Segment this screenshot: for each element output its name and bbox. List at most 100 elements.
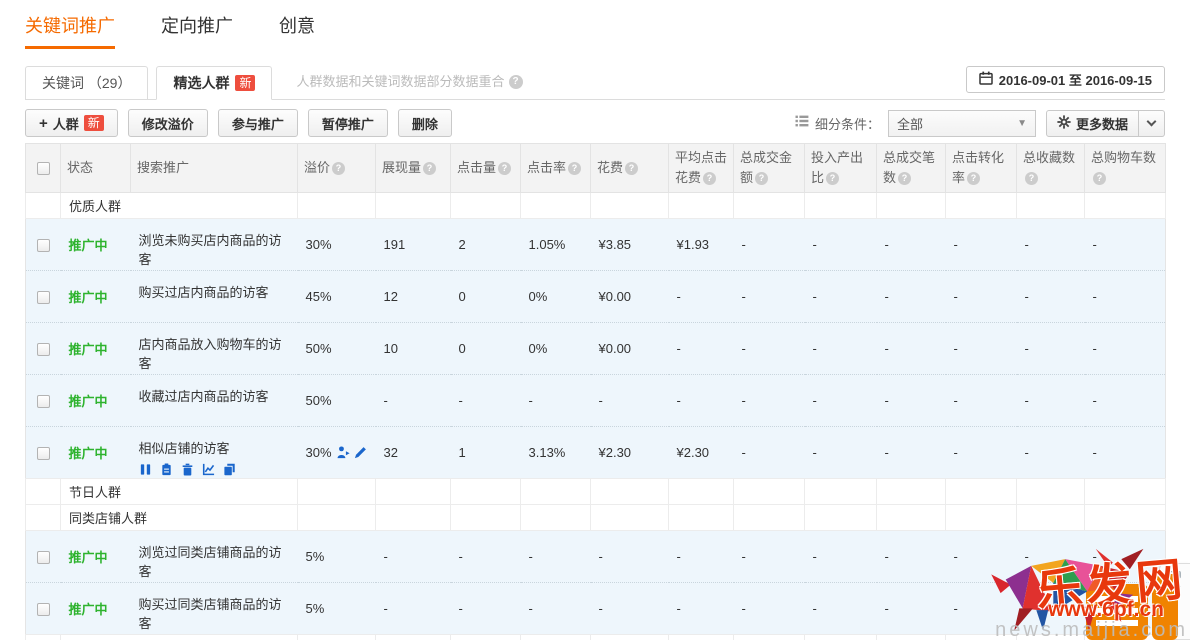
cell-total-deal-amount: -	[733, 374, 805, 428]
group-empty-cell	[804, 478, 877, 506]
tab-audience[interactable]: 精选人群 新	[156, 66, 273, 100]
group-checkbox-cell	[25, 504, 61, 532]
cell-total-deal-amount: -	[733, 582, 805, 636]
help-icon[interactable]: ?	[967, 172, 981, 186]
cell-conversion-rate: -	[945, 582, 1017, 636]
row-checkbox[interactable]	[36, 447, 50, 461]
help-icon[interactable]: ?	[625, 162, 639, 176]
copy-icon[interactable]	[223, 463, 236, 476]
audience-name[interactable]: 浏览未购买店内商品的访客	[139, 230, 290, 268]
add-audience-button[interactable]: + 人群 新	[25, 109, 118, 137]
row-checkbox[interactable]	[36, 395, 50, 409]
date-range-button[interactable]: 2016-09-01 至 2016-09-15	[965, 65, 1165, 93]
audience-name[interactable]: 相似店铺的访客	[139, 438, 290, 457]
group-empty-cell	[375, 634, 451, 640]
cell-total-deals: -	[876, 426, 946, 480]
group-empty-cell	[590, 478, 669, 506]
crowd-icon[interactable]	[337, 446, 350, 459]
cell-status: 推广中	[60, 322, 131, 376]
toolbar-button-3[interactable]: 删除	[397, 109, 452, 137]
cell-value: -	[884, 341, 889, 357]
help-icon[interactable]: ?	[703, 172, 717, 186]
audience-name[interactable]: 店内商品放入购物车的访客	[139, 334, 290, 372]
cell-value: -	[1024, 237, 1029, 253]
cell-clicks: 1	[450, 426, 521, 480]
help-icon[interactable]: ?	[568, 162, 582, 176]
toolbar-button-2[interactable]: 暂停推广	[307, 109, 388, 137]
audience-name[interactable]: 收藏过店内商品的访客	[139, 386, 290, 405]
cell-value: -	[676, 393, 681, 409]
group-empty-cell	[876, 478, 946, 506]
audience-name[interactable]: 购买过店内商品的访客	[139, 282, 290, 301]
tab-keyword-label: 关键词 （29）	[42, 75, 132, 91]
help-icon[interactable]: ?	[898, 172, 912, 186]
audience-name[interactable]: 购买过同类店铺商品的访客	[139, 594, 290, 632]
nav-item-0[interactable]: 关键词推广	[25, 12, 115, 49]
cell-value: -	[1092, 601, 1097, 617]
toolbar-right: 细分条件： 全部 ▼ 更多数据	[795, 109, 1165, 137]
table-row: 推广中 相似店铺的访客 30% 32 1 3.13% ¥2.30 ¥2.30 - - - - - -	[25, 426, 1166, 480]
premium-value: 5%	[305, 549, 325, 565]
premium-value: 45%	[305, 289, 332, 305]
clipboard-icon[interactable]	[160, 463, 173, 476]
row-checkbox[interactable]	[36, 291, 50, 305]
trash-icon[interactable]	[181, 463, 194, 476]
cell-search-promo: 收藏过店内商品的访客	[130, 374, 298, 428]
help-icon[interactable]: ?	[332, 162, 346, 176]
group-empty-cell	[1084, 192, 1166, 220]
cell-ctr: 0%	[520, 322, 591, 376]
more-data-expand-button[interactable]	[1139, 109, 1165, 137]
cell-avg-click-cost: -	[668, 374, 734, 428]
pencil-icon[interactable]	[354, 446, 367, 459]
help-icon[interactable]: ?	[423, 162, 437, 176]
cell-cost: ¥3.85	[590, 218, 669, 272]
chart-icon[interactable]	[202, 463, 215, 476]
select-all-checkbox[interactable]	[36, 162, 50, 176]
toolbar-button-1[interactable]: 参与推广	[217, 109, 298, 137]
group-label: 优质人群	[69, 199, 122, 215]
toolbar-button-0[interactable]: 修改溢价	[127, 109, 208, 137]
help-icon[interactable]: ?	[508, 75, 523, 89]
tab-keyword[interactable]: 关键词 （29）	[25, 66, 149, 100]
help-icon[interactable]: ?	[826, 172, 840, 186]
cell-clicks: 0	[450, 270, 521, 324]
cell-value: -	[676, 601, 681, 617]
group-empty-cell	[804, 192, 877, 220]
pause-icon[interactable]	[139, 463, 152, 476]
tab-bar: 关键词 （29） 精选人群 新 人群数据和关键词数据部分数据重合 ? 2016-…	[25, 63, 1165, 100]
premium-value-wrap: 50%	[306, 341, 368, 356]
help-icon[interactable]: ?	[1093, 172, 1106, 186]
row-checkbox[interactable]	[36, 239, 50, 253]
help-icon[interactable]: ?	[755, 172, 769, 186]
cell-value: -	[1024, 341, 1029, 357]
dropdown-arrow-icon: ▼	[1017, 117, 1027, 129]
help-icon[interactable]: ?	[1025, 172, 1038, 186]
cell-conversion-rate: -	[945, 426, 1017, 480]
cell-value: -	[383, 393, 388, 409]
cell-value: -	[383, 601, 388, 617]
group-empty-cell	[1084, 504, 1166, 532]
row-checkbox[interactable]	[36, 603, 50, 617]
group-empty-cell	[590, 504, 669, 532]
top-nav: 关键词推广 定向推广 创意	[0, 0, 1190, 49]
row-checkbox[interactable]	[36, 551, 50, 565]
gear-icon	[1057, 114, 1071, 132]
nav-item-1[interactable]: 定向推广	[161, 12, 233, 49]
cell-total-deal-amount: -	[733, 322, 805, 376]
nav-item-2[interactable]: 创意	[279, 12, 315, 49]
row-checkbox[interactable]	[36, 343, 50, 357]
cell-value: -	[458, 549, 463, 565]
cell-value: -	[953, 393, 958, 409]
cell-value: -	[884, 549, 889, 565]
cell-value: -	[1092, 549, 1097, 565]
audience-name[interactable]: 浏览过同类店铺商品的访客	[139, 542, 290, 580]
cell-cost: -	[590, 582, 669, 636]
group-empty-cell	[1016, 634, 1085, 640]
more-data-button[interactable]: 更多数据	[1045, 109, 1139, 137]
cell-value: -	[741, 601, 746, 617]
side-helper-widget[interactable]	[1159, 563, 1190, 640]
cell-value: -	[812, 237, 817, 253]
column-header-premium: 溢价?	[297, 142, 376, 194]
filter-select[interactable]: 全部 ▼	[887, 109, 1036, 137]
help-icon[interactable]: ?	[498, 162, 512, 176]
